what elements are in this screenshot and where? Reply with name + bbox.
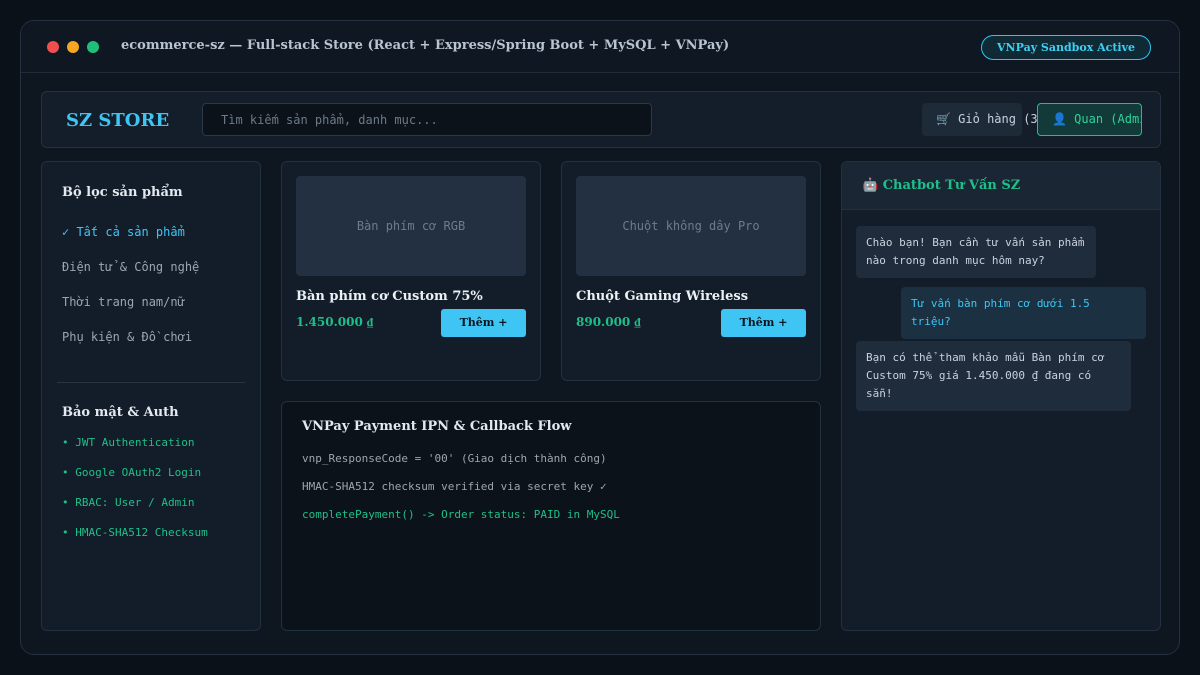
- product-name[interactable]: Chuột Gaming Wireless: [576, 289, 748, 304]
- security-item-rbac: • RBAC: User / Admin: [62, 496, 195, 509]
- payment-flow-title: VNPay Payment IPN & Callback Flow: [302, 419, 572, 434]
- chatbot-header: 🤖 Chatbot Tư Vấn SZ: [842, 162, 1160, 210]
- product-card[interactable]: Chuột không dây Pro Chuột Gaming Wireles…: [561, 161, 821, 381]
- payment-log-line: HMAC-SHA512 checksum verified via secret…: [302, 480, 607, 493]
- cart-button[interactable]: 🛒 Giỏ hàng (3): [922, 103, 1045, 136]
- sidebar-divider: [57, 382, 245, 383]
- close-window-button[interactable]: [47, 41, 59, 53]
- category-electronics[interactable]: Điện tử & Công nghệ: [62, 260, 199, 274]
- chat-message-line: Custom 75% giá 1.450.000 ₫ đang có sẵn!: [866, 369, 1092, 400]
- category-fashion[interactable]: Thời trang nam/nữ: [62, 295, 185, 309]
- chat-message-bot: Bạn có thể tham khảo mẫu Bàn phím cơ Cus…: [856, 341, 1131, 411]
- admin-account-button[interactable]: 👤 Quan (Admin): [1037, 103, 1142, 136]
- add-to-cart-button[interactable]: Thêm +: [441, 309, 526, 337]
- security-item-oauth: • Google OAuth2 Login: [62, 466, 202, 479]
- add-to-cart-button[interactable]: Thêm +: [721, 309, 806, 337]
- category-all[interactable]: ✓ Tất cả sản phẩm: [62, 225, 185, 239]
- store-logo[interactable]: SZ STORE: [66, 110, 169, 131]
- category-accessories[interactable]: Phụ kiện & Đồ chơi: [62, 330, 192, 344]
- product-image[interactable]: Bàn phím cơ RGB: [296, 176, 526, 276]
- product-name[interactable]: Bàn phím cơ Custom 75%: [296, 289, 483, 304]
- payment-log-line: completePayment() -> Order status: PAID …: [302, 508, 620, 521]
- payment-log-line: vnp_ResponseCode = '00' (Giao dịch thành…: [302, 452, 607, 465]
- chat-message-line: Tư vấn bàn phím cơ dưới 1.5 triệu?: [911, 297, 1090, 328]
- filter-sidebar: Bộ lọc sản phẩm ✓ Tất cả sản phẩm Điện t…: [41, 161, 261, 631]
- filter-title: Bộ lọc sản phẩm: [62, 185, 183, 200]
- security-title: Bảo mật & Auth: [62, 405, 179, 420]
- chatbot-panel: 🤖 Chatbot Tư Vấn SZ Chào bạn! Bạn cần tư…: [841, 161, 1161, 631]
- payment-flow-panel: VNPay Payment IPN & Callback Flow vnp_Re…: [281, 401, 821, 631]
- security-item-jwt: • JWT Authentication: [62, 436, 195, 449]
- chat-message-line: Bạn có thể tham khảo mẫu Bàn phím cơ: [866, 351, 1105, 364]
- vnpay-sandbox-badge: VNPay Sandbox Active: [981, 35, 1151, 60]
- app-window: ecommerce-sz — Full-stack Store (React +…: [20, 20, 1180, 655]
- security-item-hmac: • HMAC-SHA512 Checksum: [62, 526, 208, 539]
- product-price: 890.000 ₫: [576, 315, 641, 329]
- chat-message-bot: Chào bạn! Bạn cần tư vấn sản phẩm nào tr…: [856, 226, 1096, 278]
- maximize-window-button[interactable]: [87, 41, 99, 53]
- store-header: SZ STORE 🛒 Giỏ hàng (3) 👤 Quan (Admin): [41, 91, 1161, 148]
- minimize-window-button[interactable]: [67, 41, 79, 53]
- chat-message-line: Chào bạn! Bạn cần tư vấn sản phẩm: [866, 236, 1085, 249]
- search-input[interactable]: [202, 103, 652, 136]
- window-title: ecommerce-sz — Full-stack Store (React +…: [121, 38, 730, 53]
- chatbot-title: 🤖 Chatbot Tư Vấn SZ: [862, 178, 1021, 193]
- product-image[interactable]: Chuột không dây Pro: [576, 176, 806, 276]
- title-bar: ecommerce-sz — Full-stack Store (React +…: [21, 21, 1179, 73]
- product-price: 1.450.000 ₫: [296, 315, 374, 329]
- chat-message-user: Tư vấn bàn phím cơ dưới 1.5 triệu?: [901, 287, 1146, 339]
- product-card[interactable]: Bàn phím cơ RGB Bàn phím cơ Custom 75% 1…: [281, 161, 541, 381]
- chat-message-line: nào trong danh mục hôm nay?: [866, 254, 1045, 267]
